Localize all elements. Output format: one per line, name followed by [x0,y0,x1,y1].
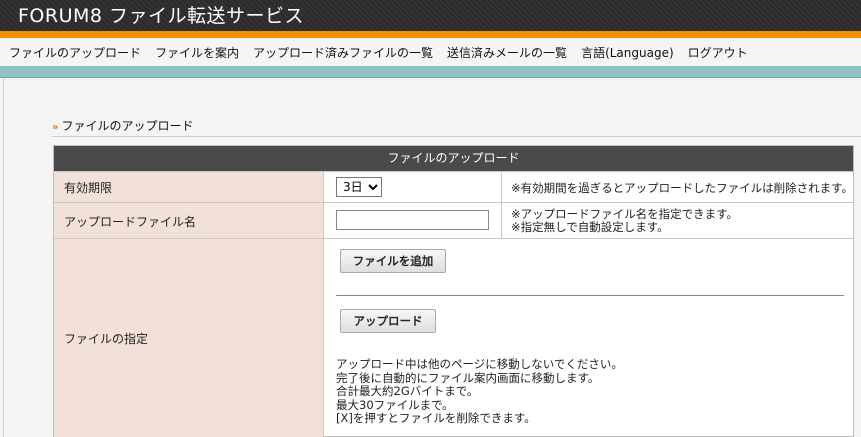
filename-input[interactable] [336,210,489,230]
upload-form: ファイルのアップロード 有効期限 3日 ※有効期間を過ぎるとアップロードしたファ… [53,145,854,437]
filename-input-cell [324,203,502,239]
expiry-input-cell: 3日 [324,172,502,203]
file-spec-area: ファイルを追加 アップロード アップロード中は他のページに移動しないでください。… [324,239,853,437]
filename-row: アップロードファイル名 ※アップロードファイル名を指定できます。 ※指定無しで自… [54,202,853,239]
expiry-select[interactable]: 3日 [336,177,382,197]
nav-item-language[interactable]: 言語(Language) [581,44,674,61]
upload-note-4: 最大30ファイルまで。 [336,397,454,412]
upload-note-1: アップロード中は他のページに移動しないでください。 [336,357,623,371]
section-title: » ファイルのアップロード [52,117,193,134]
upload-notes: アップロード中は他のページに移動しないでください。 完了後に自動的にファイル案内… [336,357,623,426]
divider-band [0,66,861,78]
nav-item-uploaded-list[interactable]: アップロード済みファイルの一覧 [253,44,433,61]
file-spec-label: ファイルの指定 [54,239,324,437]
upload-note-2: 完了後に自動的にファイル案内画面に移動します。 [336,370,600,385]
expiry-row: 有効期限 3日 ※有効期間を過ぎるとアップロードしたファイルは削除されます。 [54,171,853,203]
nav-item-sent-mail-list[interactable]: 送信済みメールの一覧 [447,44,567,61]
expiry-note: ※有効期間を過ぎるとアップロードしたファイルは削除されます。 [511,180,853,195]
add-file-button[interactable]: ファイルを追加 [340,249,446,273]
expiry-label: 有効期限 [54,172,324,203]
filename-note-2: ※指定無しで自動設定します。 [511,220,669,234]
nav-item-guide[interactable]: ファイルを案内 [155,44,239,61]
section-title-text: ファイルのアップロード [61,119,194,133]
file-list-divider [336,295,844,296]
filename-label: アップロードファイル名 [54,203,324,239]
upload-button[interactable]: アップロード [340,309,436,333]
file-spec-row: ファイルの指定 ファイルを追加 アップロード アップロード中は他のページに移動し… [54,238,853,437]
main-nav: ファイルのアップロード ファイルを案内 アップロード済みファイルの一覧 送信済み… [0,38,861,66]
expiry-note-cell: ※有効期間を過ぎるとアップロードしたファイルは削除されます。 [502,172,853,203]
form-heading: ファイルのアップロード [54,146,853,171]
app-title: FORUM8 ファイル転送サービス [18,5,305,27]
upload-note-5: [X]を押すとファイルを削除できます。 [336,411,536,425]
nav-item-upload[interactable]: ファイルのアップロード [9,44,141,61]
nav-item-logout[interactable]: ログアウト [688,44,748,61]
accent-bar [0,31,861,38]
upload-note-3: 合計最大約2Gバイトまで。 [336,384,479,398]
app-header: FORUM8 ファイル転送サービス [0,0,861,31]
section-divider [52,136,861,137]
double-chevron-icon: » [52,122,59,133]
filename-note-cell: ※アップロードファイル名を指定できます。 ※指定無しで自動設定します。 [502,203,853,239]
